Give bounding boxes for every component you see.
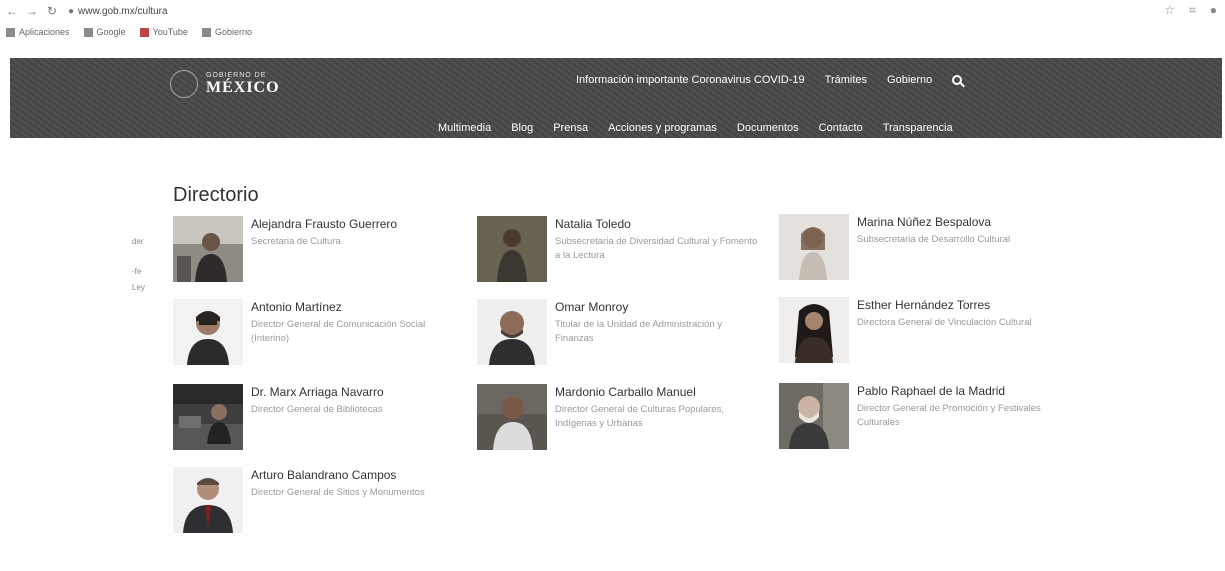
person-role: Director General de Sitios y Monumentos: [251, 487, 425, 498]
person-photo: [779, 297, 849, 363]
person-role: Secretaria de Cultura: [251, 236, 341, 247]
nav-transparencia[interactable]: Transparencia: [883, 122, 953, 134]
bookmark-item[interactable]: Gobierno: [201, 27, 252, 37]
url-text: www.gob.mx/cultura: [78, 5, 168, 17]
directory-card[interactable]: Esther Hernández Torres Directora Genera…: [779, 297, 1069, 367]
logo-small-text: GOBIERNO DE: [206, 71, 267, 79]
nav-prensa[interactable]: Prensa: [553, 122, 588, 134]
nav-acciones[interactable]: Acciones y programas: [608, 122, 717, 134]
lock-icon: ●: [68, 5, 75, 17]
nav-documentos[interactable]: Documentos: [737, 122, 799, 134]
person-role: Director General de Comunicación Social …: [251, 319, 426, 344]
bookmark-item[interactable]: Aplicaciones: [6, 27, 70, 37]
person-name[interactable]: Marina Núñez Bespalova: [857, 215, 991, 229]
cutoff-text: -fe: [132, 267, 142, 276]
person-role: Directora General de Vinculación Cultura…: [857, 317, 1032, 328]
google-icon: [83, 27, 93, 37]
directory-card[interactable]: Omar Monroy Titular de la Unidad de Admi…: [477, 299, 767, 369]
directory-card[interactable]: Mardonio Carballo Manuel Director Genera…: [477, 384, 767, 454]
extension-icon[interactable]: ⌗: [1189, 3, 1196, 18]
person-name[interactable]: Omar Monroy: [555, 300, 628, 314]
person-photo: [477, 299, 547, 365]
directory-card[interactable]: Dr. Marx Arriaga Navarro Director Genera…: [173, 384, 463, 454]
person-name[interactable]: Pablo Raphael de la Madrid: [857, 384, 1005, 398]
youtube-icon: [139, 27, 149, 37]
bookmarks-bar: Aplicaciones Google YouTube Gobierno: [0, 22, 1225, 42]
person-role: Director General de Culturas Populares, …: [555, 404, 724, 429]
person-photo: [477, 216, 547, 282]
person-photo: [173, 384, 243, 450]
search-icon[interactable]: [952, 75, 963, 85]
url-field[interactable]: ● www.gob.mx/cultura: [68, 6, 168, 17]
star-icon[interactable]: ☆: [1164, 3, 1175, 18]
directory-card[interactable]: Pablo Raphael de la Madrid Director Gene…: [779, 383, 1069, 453]
bookmark-icon: [201, 27, 211, 37]
gobierno-logo[interactable]: GOBIERNO DE MÉXICO: [170, 70, 280, 98]
top-nav: Información importante Coronavirus COVID…: [576, 74, 963, 86]
bookmark-item[interactable]: YouTube: [139, 27, 188, 37]
logo-big-text: MÉXICO: [206, 78, 280, 96]
person-role: Titular de la Unidad de Administración y…: [555, 319, 723, 344]
nav-covid[interactable]: Información importante Coronavirus COVID…: [576, 74, 805, 86]
person-role: Director General de Bibliotecas: [251, 404, 383, 415]
directory-card[interactable]: Natalia Toledo Subsecretaria de Diversid…: [477, 216, 767, 286]
person-name[interactable]: Mardonio Carballo Manuel: [555, 385, 696, 399]
person-name[interactable]: Esther Hernández Torres: [857, 298, 990, 312]
person-name[interactable]: Natalia Toledo: [555, 217, 631, 231]
person-photo: [477, 384, 547, 450]
person-name[interactable]: Arturo Balandrano Campos: [251, 468, 396, 482]
sub-nav: Multimedia Blog Prensa Acciones y progra…: [438, 122, 953, 134]
directory-card[interactable]: Alejandra Frausto Guerrero Secretaria de…: [173, 216, 463, 286]
forward-icon[interactable]: →: [24, 4, 40, 18]
directory-card[interactable]: Arturo Balandrano Campos Director Genera…: [173, 467, 463, 537]
person-role: Director General de Promoción y Festival…: [857, 403, 1041, 428]
nav-gobierno[interactable]: Gobierno: [887, 74, 932, 86]
person-name[interactable]: Dr. Marx Arriaga Navarro: [251, 385, 384, 399]
nav-contacto[interactable]: Contacto: [819, 122, 863, 134]
apps-icon: [6, 27, 15, 37]
nav-multimedia[interactable]: Multimedia: [438, 122, 491, 134]
nav-tramites[interactable]: Trámites: [825, 74, 867, 86]
seal-icon: [170, 70, 198, 98]
cutoff-text: der: [132, 237, 144, 246]
reload-icon[interactable]: ↻: [44, 4, 60, 18]
browser-address-bar: ← → ↻ ● www.gob.mx/cultura ☆ ⌗ ●: [0, 0, 1225, 22]
person-role: Subsecretaria de Diversidad Cultural y F…: [555, 236, 758, 261]
directory-card[interactable]: Marina Núñez Bespalova Subsecretaria de …: [779, 214, 1069, 284]
person-photo: [779, 383, 849, 449]
cutoff-text: Ley: [132, 283, 145, 292]
bookmark-item[interactable]: Google: [83, 27, 126, 37]
site-header: GOBIERNO DE MÉXICO Información important…: [10, 58, 1222, 138]
person-photo: [173, 299, 243, 365]
page-title: Directorio: [173, 184, 259, 206]
nav-blog[interactable]: Blog: [511, 122, 533, 134]
back-icon[interactable]: ←: [4, 4, 20, 18]
directory-card[interactable]: Antonio Martínez Director General de Com…: [173, 299, 463, 369]
person-photo: [173, 216, 243, 282]
person-name[interactable]: Alejandra Frausto Guerrero: [251, 217, 397, 231]
person-role: Subsecretaria de Desarrollo Cultural: [857, 234, 1011, 245]
person-photo: [173, 467, 243, 533]
person-name[interactable]: Antonio Martínez: [251, 300, 342, 314]
profile-icon[interactable]: ●: [1210, 3, 1217, 18]
person-photo: [779, 214, 849, 280]
